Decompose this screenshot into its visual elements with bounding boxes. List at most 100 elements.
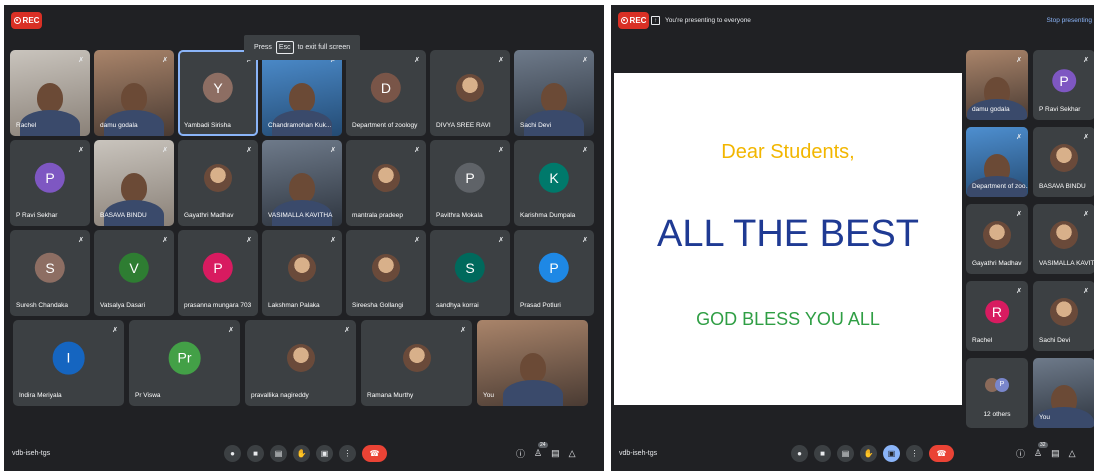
info-icon[interactable]: ⓘ [516, 447, 525, 460]
avatar: R [985, 300, 1009, 324]
participant-tile-sachi-devi[interactable]: ✗ Sachi Devi [1033, 281, 1094, 351]
captions-button[interactable]: ▤ [837, 444, 854, 462]
more-options-button[interactable]: ⋮ [906, 444, 923, 462]
participant-tile-vasimalla-kavitha[interactable]: ✗ VASIMALLA KAVITHA [1033, 204, 1094, 274]
participant-name: Prasad Potluri [520, 302, 561, 309]
participant-name: Ramana Murthy [367, 392, 414, 399]
participant-tile-vasimalla-kavitha[interactable]: ✗ VASIMALLA KAVITHA [262, 140, 342, 226]
mic-muted-icon: ✗ [78, 147, 84, 154]
participant-tile-department-of-zoology[interactable]: D ✗ Department of zoology [346, 50, 426, 136]
slide-title: ALL THE BEST [657, 213, 919, 255]
participant-tile-you[interactable]: You [1033, 358, 1094, 428]
participant-tile-department-of-zoo[interactable]: ✗ Department of zoo... [966, 127, 1028, 197]
participant-tile-chandramohan-kuk[interactable]: ✗ Chandramohan Kuk... [262, 50, 342, 136]
participant-tile-12-others[interactable]: P 12 others [966, 358, 1028, 428]
participant-tile-sachi-devi[interactable]: ✗ Sachi Devi [514, 50, 594, 136]
participant-tile-yambadi-sirisha[interactable]: Y ✗ Yambadi Sirisha [178, 50, 258, 136]
end-call-button[interactable]: ☎ [362, 444, 387, 462]
participant-name: Vatsalya Dasari [100, 302, 146, 309]
participant-name: Karishma Dumpala [520, 212, 576, 219]
presenting-banner: ↑ You're presenting to everyone [651, 16, 751, 25]
mic-muted-icon: ✗ [1016, 134, 1022, 141]
side-controls: ⓘ ♙ 32 ▤ △ [1016, 441, 1076, 460]
mic-muted-icon: ✗ [414, 57, 420, 64]
captions-button[interactable]: ▤ [270, 444, 287, 462]
presenting-screen: REC ↑ You're presenting to everyone Stop… [611, 5, 1094, 471]
participant-tile-you[interactable]: You [477, 320, 588, 406]
info-icon[interactable]: ⓘ [1016, 447, 1025, 460]
activities-icon[interactable]: △ [569, 448, 576, 459]
participant-tile-indira-meriyala[interactable]: I ✗ Indira Meriyala [13, 320, 124, 406]
mic-muted-icon: ✗ [414, 237, 420, 244]
raise-hand-button[interactable]: ✋ [860, 444, 877, 462]
chat-icon[interactable]: ▤ [1051, 448, 1060, 459]
present-button[interactable]: ▣ [316, 444, 333, 462]
chat-icon[interactable]: ▤ [551, 448, 560, 459]
avatar: P [995, 377, 1009, 392]
mic-muted-icon: ✗ [330, 147, 336, 154]
participant-name: Pavithra Mokala [436, 212, 483, 219]
recording-badge: REC [618, 12, 649, 29]
mic-muted-icon: ✗ [344, 327, 350, 334]
participant-tile-p-ravi-sekhar[interactable]: P ✗ P Ravi Sekhar [1033, 50, 1094, 120]
people-icon[interactable]: ♙ 32 [1034, 441, 1048, 459]
avatar: P [34, 162, 66, 194]
person-silhouette [37, 82, 63, 113]
participant-name: Department of zoology [352, 122, 418, 129]
mic-muted-icon: ✗ [162, 57, 168, 64]
mic-muted-icon: ✗ [582, 237, 588, 244]
participant-tile-basava-bindu[interactable]: ✗ BASAVA BINDU [1033, 127, 1094, 197]
mic-muted-icon: ✗ [1083, 288, 1089, 295]
person-silhouette [541, 82, 567, 113]
participant-tile-rachel[interactable]: ✗ Rachel [10, 50, 90, 136]
participant-tile-suresh-chandaka[interactable]: S ✗ Suresh Chandaka [10, 230, 90, 316]
participant-name: Sireesha Gollangi [352, 302, 404, 309]
slide-blessing: GOD BLESS YOU ALL [696, 309, 880, 329]
participant-name: Department of zoo... [972, 183, 1028, 190]
more-options-button[interactable]: ⋮ [339, 444, 356, 462]
participant-tile-vatsalya-dasari[interactable]: V ✗ Vatsalya Dasari [94, 230, 174, 316]
participant-tile-gayathri-madhav[interactable]: ✗ Gayathri Madhav [966, 204, 1028, 274]
camera-button[interactable]: ■ [247, 444, 264, 462]
participant-tile-prasad-potluri[interactable]: P ✗ Prasad Potluri [514, 230, 594, 316]
participant-tile-karishma-dumpala[interactable]: K ✗ Karishma Dumpala [514, 140, 594, 226]
participant-name: DIVYA SREE RAVI [436, 122, 491, 129]
participant-tile-sandhya-korrai[interactable]: S ✗ sandhya korrai [430, 230, 510, 316]
present-button[interactable]: ▣ [883, 444, 900, 462]
raise-hand-button[interactable]: ✋ [293, 444, 310, 462]
participant-tile-ramana-murthy[interactable]: ✗ Ramana Murthy [361, 320, 472, 406]
record-icon [13, 17, 21, 24]
participant-tile-p-ravi-sekhar[interactable]: P ✗ P Ravi Sekhar [10, 140, 90, 226]
participant-name: Rachel [972, 337, 993, 344]
participant-tile-mantrala-pradeep[interactable]: ✗ mantrala pradeep [346, 140, 426, 226]
microphone-button[interactable]: ● [791, 444, 808, 462]
avatar: Y [202, 72, 234, 104]
participant-name: Suresh Chandaka [16, 302, 69, 309]
participant-tile-pravallika-nagireddy[interactable]: ✗ pravallika nagireddy [245, 320, 356, 406]
mic-muted-icon: ✗ [1083, 134, 1089, 141]
participant-tile-sireesha-gollangi[interactable]: ✗ Sireesha Gollangi [346, 230, 426, 316]
end-call-button[interactable]: ☎ [929, 444, 954, 462]
participant-tile-pr-viswa[interactable]: Pr ✗ Pr Viswa [129, 320, 240, 406]
participant-tile-pavithra-mokala[interactable]: P ✗ Pavithra Mokala [430, 140, 510, 226]
microphone-button[interactable]: ● [224, 444, 241, 462]
participant-name: Indira Meriyala [19, 392, 62, 399]
profile-photo [372, 253, 400, 282]
participant-tile-lakshman-palaka[interactable]: ✗ Lakshman Palaka [262, 230, 342, 316]
participant-tile-basava-bindu[interactable]: ✗ BASAVA BINDU [94, 140, 174, 226]
camera-button[interactable]: ■ [814, 444, 831, 462]
stop-presenting-button[interactable]: Stop presenting [1046, 17, 1092, 24]
participant-tile-damu-godala[interactable]: ✗ damu godala [94, 50, 174, 136]
participant-tile-damu-godala[interactable]: ✗ damu godala [966, 50, 1028, 120]
avatar: S [454, 252, 486, 284]
activities-icon[interactable]: △ [1069, 448, 1076, 459]
participant-tile-prasanna-mungara-703[interactable]: P ✗ prasanna mungara 703 [178, 230, 258, 316]
participant-tile-rachel[interactable]: R ✗ Rachel [966, 281, 1028, 351]
people-icon[interactable]: ♙ 24 [534, 441, 548, 459]
profile-photo [1050, 220, 1078, 249]
meeting-code: vdb-iseh-tgs [619, 449, 658, 457]
participant-tile-gayathri-madhav[interactable]: ✗ Gayathri Madhav [178, 140, 258, 226]
mic-muted-icon: ✗ [78, 57, 84, 64]
participant-tile-divya-sree-ravi[interactable]: ✗ DIVYA SREE RAVI [430, 50, 510, 136]
participant-name: VASIMALLA KAVITHA [268, 212, 333, 219]
